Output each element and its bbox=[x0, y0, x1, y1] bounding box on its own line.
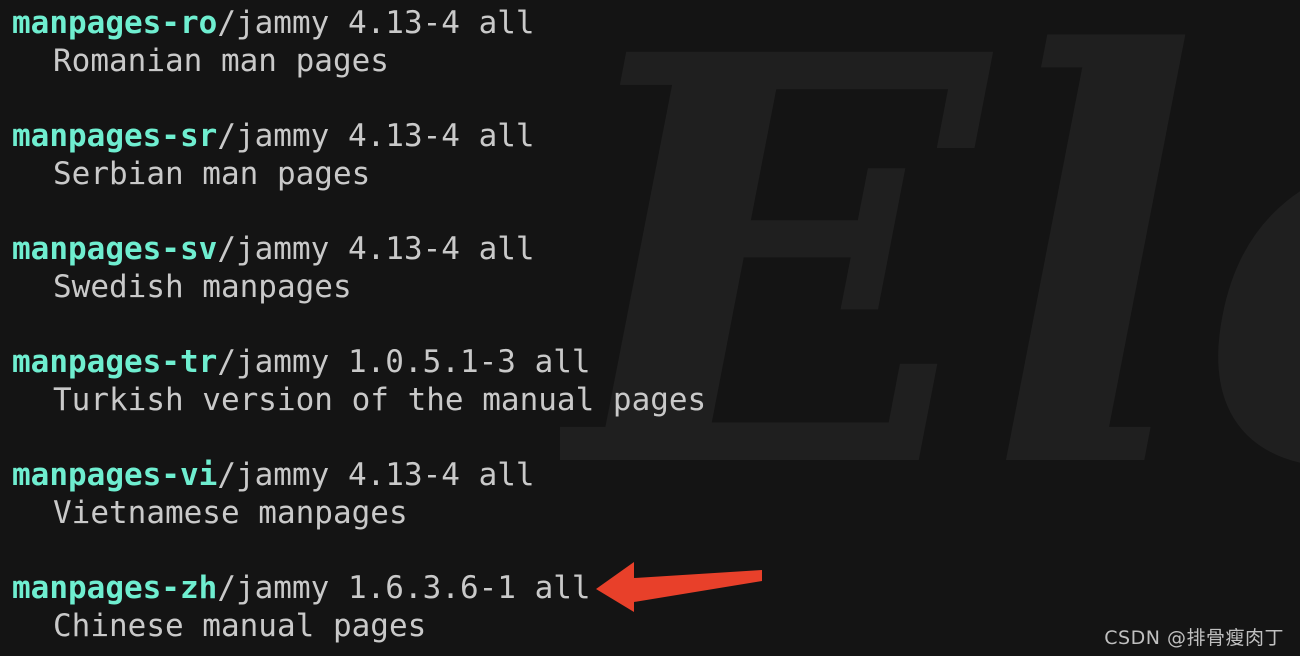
terminal-screenshot: Elec manpages-ro/jammy 4.13-4 all Romani… bbox=[0, 0, 1300, 656]
package-description: Serbian man pages bbox=[53, 156, 371, 192]
package-meta: /jammy 4.13-4 all bbox=[217, 457, 535, 493]
package-header-line: manpages-vi/jammy 4.13-4 all bbox=[12, 456, 1300, 494]
apt-search-output: manpages-ro/jammy 4.13-4 all Romanian ma… bbox=[0, 0, 1300, 656]
package-meta: /jammy 4.13-4 all bbox=[217, 118, 535, 154]
package-name[interactable]: manpages-zh bbox=[12, 570, 217, 606]
package-name[interactable]: manpages-vi bbox=[12, 457, 217, 493]
package-entry: manpages-ro/jammy 4.13-4 all Romanian ma… bbox=[12, 4, 1300, 80]
package-description: Romanian man pages bbox=[53, 43, 389, 79]
package-header-line: manpages-ro/jammy 4.13-4 all bbox=[12, 4, 1300, 42]
package-header-line: manpages-zh/jammy 1.6.3.6-1 all bbox=[12, 569, 1300, 607]
package-description: Swedish manpages bbox=[53, 269, 352, 305]
package-description: Vietnamese manpages bbox=[53, 495, 408, 531]
package-meta: /jammy 4.13-4 all bbox=[217, 5, 535, 41]
package-entry: manpages-sv/jammy 4.13-4 all Swedish man… bbox=[12, 230, 1300, 306]
package-meta: /jammy 1.0.5.1-3 all bbox=[217, 344, 591, 380]
csdn-watermark: CSDN @排骨瘦肉丁 bbox=[1104, 627, 1284, 649]
package-entry: manpages-tr/jammy 1.0.5.1-3 all Turkish … bbox=[12, 343, 1300, 419]
package-description: Turkish version of the manual pages bbox=[53, 382, 707, 418]
package-header-line: manpages-sr/jammy 4.13-4 all bbox=[12, 117, 1300, 155]
package-name[interactable]: manpages-sv bbox=[12, 231, 217, 267]
package-entry: manpages-sr/jammy 4.13-4 all Serbian man… bbox=[12, 117, 1300, 193]
package-meta: /jammy 1.6.3.6-1 all bbox=[217, 570, 591, 606]
package-name[interactable]: manpages-ro bbox=[12, 5, 217, 41]
package-header-line: manpages-tr/jammy 1.0.5.1-3 all bbox=[12, 343, 1300, 381]
package-meta: /jammy 4.13-4 all bbox=[217, 231, 535, 267]
package-name[interactable]: manpages-sr bbox=[12, 118, 217, 154]
package-header-line: manpages-sv/jammy 4.13-4 all bbox=[12, 230, 1300, 268]
package-name[interactable]: manpages-tr bbox=[12, 344, 217, 380]
package-entry: manpages-vi/jammy 4.13-4 all Vietnamese … bbox=[12, 456, 1300, 532]
